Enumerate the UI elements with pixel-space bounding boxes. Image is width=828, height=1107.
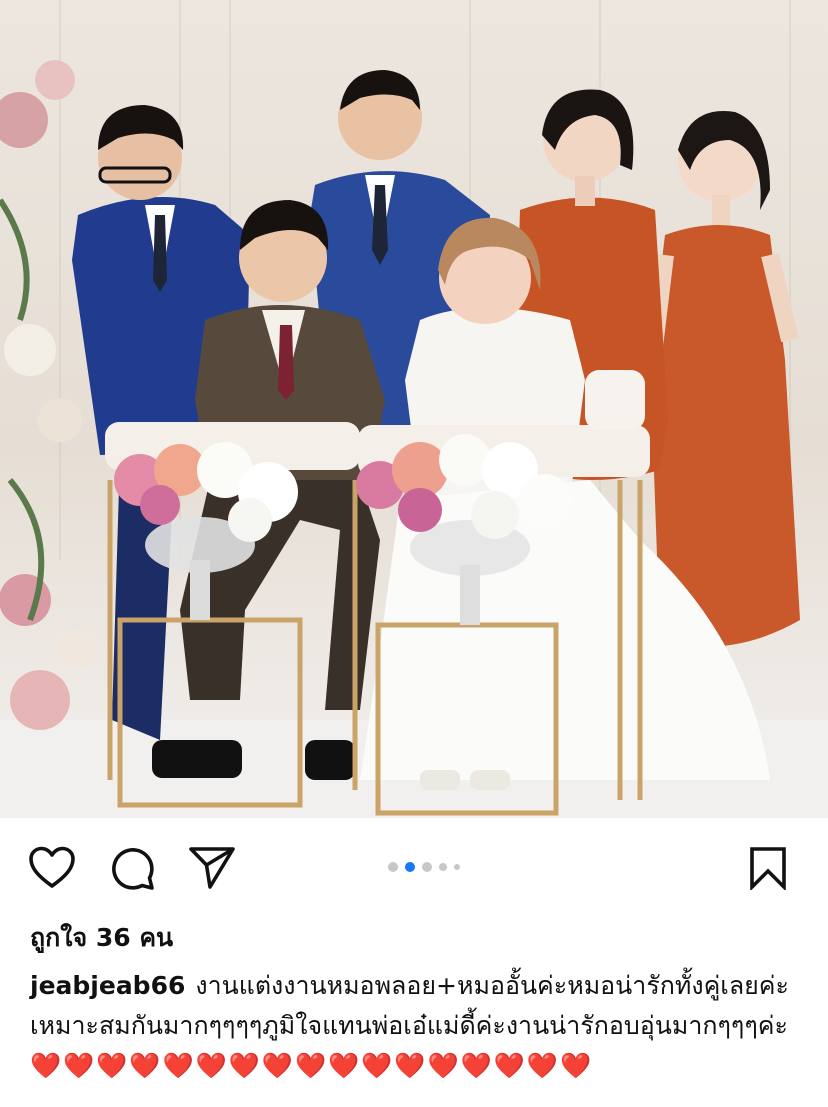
- carousel-indicator: [388, 862, 460, 872]
- wedding-scene: [0, 0, 828, 818]
- carousel-dot: [388, 862, 398, 872]
- comment-button[interactable]: [106, 842, 158, 894]
- speech-bubble-icon: [112, 848, 154, 890]
- caption-username[interactable]: jeabjeab66: [30, 971, 185, 1000]
- post-photo[interactable]: [0, 0, 828, 818]
- save-button[interactable]: [742, 842, 794, 894]
- bookmark-outline-icon: [750, 847, 786, 890]
- carousel-dot: [454, 864, 460, 870]
- carousel-dot: [439, 863, 447, 871]
- post-action-bar: [0, 818, 828, 916]
- likes-count[interactable]: ถูกใจ 36 คน: [30, 918, 173, 958]
- heart-outline-icon: [29, 846, 75, 888]
- paper-plane-icon: [189, 847, 235, 889]
- like-button[interactable]: [26, 842, 78, 894]
- caption-hearts: ❤️❤️❤️❤️❤️❤️❤️❤️❤️❤️❤️❤️❤️❤️❤️❤️❤️: [30, 1051, 594, 1080]
- share-button[interactable]: [186, 842, 238, 894]
- carousel-dot-active: [405, 862, 415, 872]
- carousel-dot: [422, 862, 432, 872]
- post-caption: jeabjeab66 งานแต่งงานหมอพลอย+หมออั้นค่ะหม…: [30, 966, 800, 1086]
